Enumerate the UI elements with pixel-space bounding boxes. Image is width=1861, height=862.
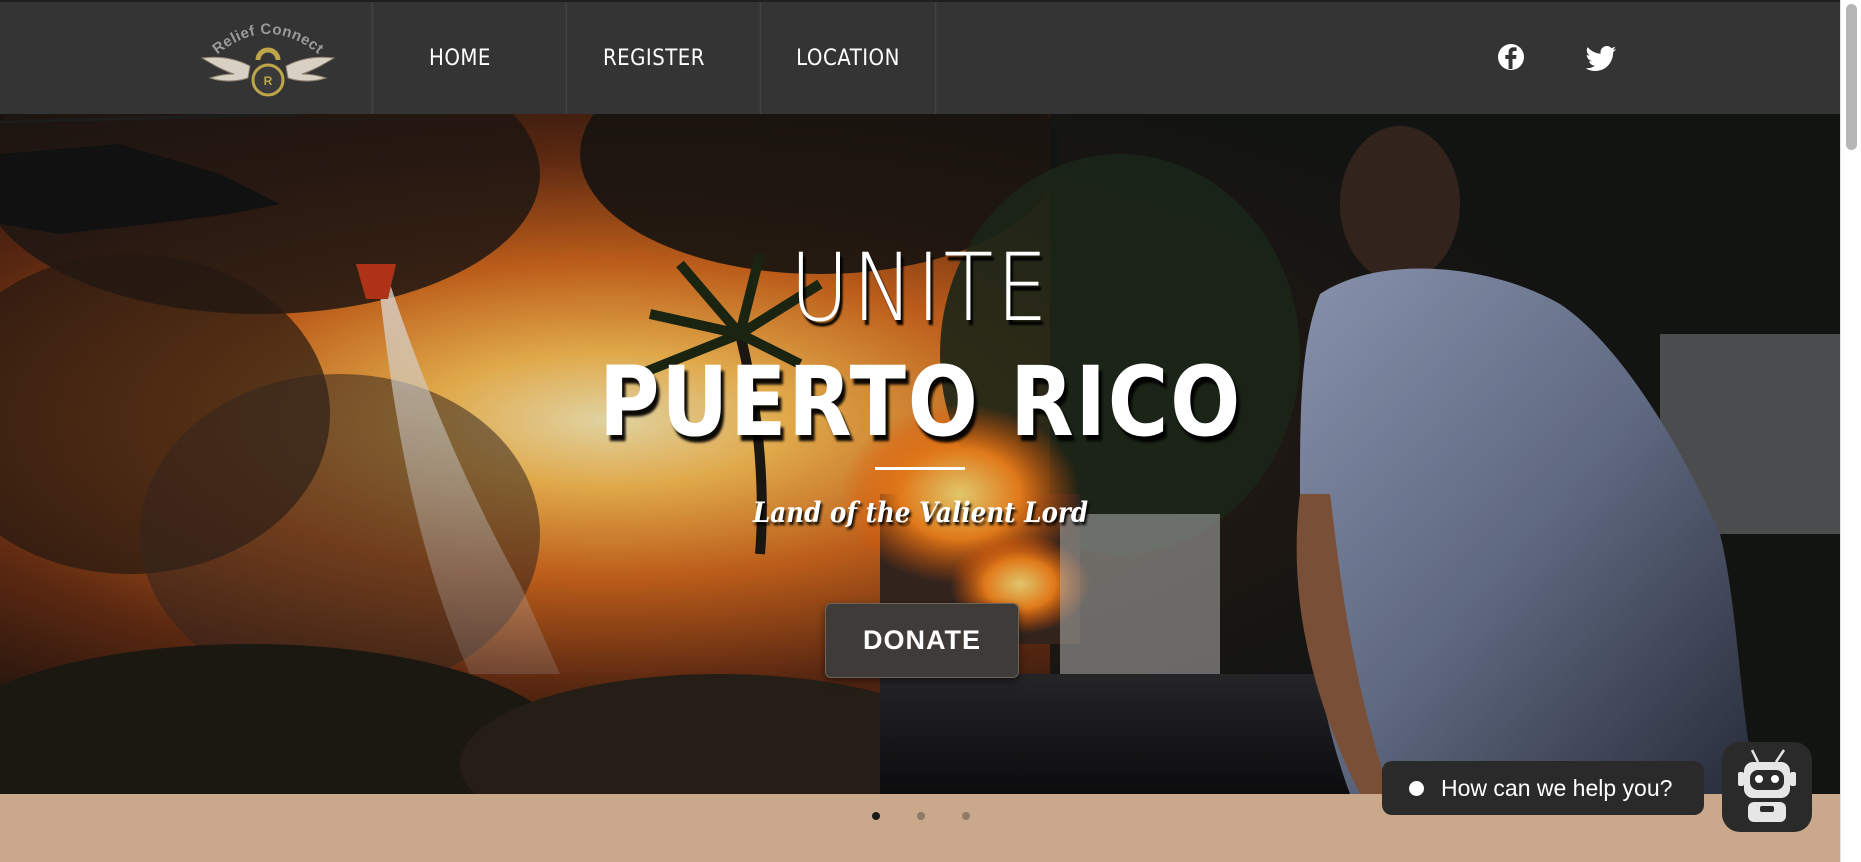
scrollbar-thumb[interactable] xyxy=(1846,4,1857,150)
page-scrollbar[interactable] xyxy=(1840,0,1861,862)
hero-tagline: Land of the Valient Lord xyxy=(752,496,1089,529)
top-navbar: Relief Connect R HOME REGISTER LOCATION xyxy=(0,0,1841,114)
hero-divider xyxy=(875,467,965,470)
twitter-icon[interactable] xyxy=(1585,42,1618,72)
nav-home-link[interactable]: HOME xyxy=(371,2,548,114)
nav-location-link[interactable]: LOCATION xyxy=(759,2,937,114)
relief-connect-logo[interactable]: Relief Connect R xyxy=(200,14,336,106)
robot-icon xyxy=(1738,749,1796,822)
nav-home-label: HOME xyxy=(429,45,491,71)
status-dot-icon xyxy=(1409,780,1424,796)
chat-prompt-bubble[interactable]: How can we help you? xyxy=(1382,761,1704,815)
nav-register-label: REGISTER xyxy=(602,45,705,71)
carousel-dot-1[interactable] xyxy=(872,812,880,820)
hero-headline-big: PUERTO RICO xyxy=(598,346,1243,458)
nav-register-link[interactable]: REGISTER xyxy=(565,2,742,114)
carousel-dot-2[interactable] xyxy=(917,812,925,820)
chat-prompt-text: How can we help you? xyxy=(1441,774,1673,801)
facebook-icon[interactable] xyxy=(1496,42,1526,72)
donate-button[interactable]: DONATE xyxy=(825,603,1019,678)
svg-text:R: R xyxy=(264,74,273,88)
hero-carousel: UNITE PUERTO RICO Land of the Valient Lo… xyxy=(0,114,1841,794)
carousel-dot-3[interactable] xyxy=(962,812,970,820)
chatbot-launcher-button[interactable] xyxy=(1722,742,1812,832)
nav-location-label: LOCATION xyxy=(796,45,900,71)
hero-headline-small: UNITE xyxy=(789,234,1052,343)
